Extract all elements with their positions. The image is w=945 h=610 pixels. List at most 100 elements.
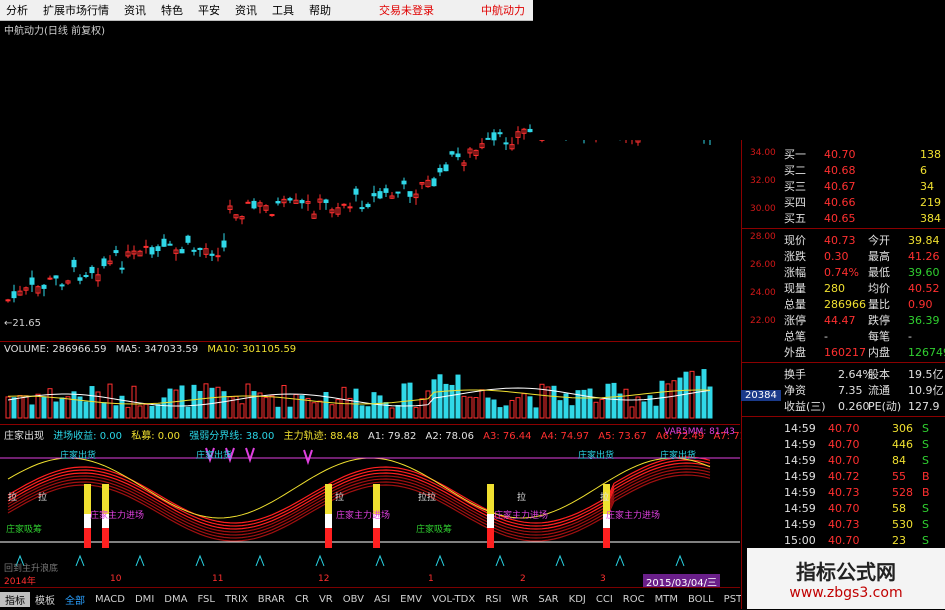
tab-19[interactable]: CCI	[591, 594, 618, 605]
candle	[101, 256, 107, 269]
volume-bar	[35, 393, 41, 419]
volume-bar	[677, 377, 683, 419]
bottom-spike	[675, 554, 685, 567]
candle	[425, 175, 431, 188]
stat-value-2: 39.84	[908, 233, 940, 247]
tab-10[interactable]: VR	[314, 594, 338, 605]
candle	[491, 129, 497, 146]
candle	[287, 196, 293, 204]
candle	[227, 199, 233, 214]
tab-21[interactable]: MTM	[650, 594, 683, 605]
tab-9[interactable]: CR	[290, 594, 314, 605]
panel-divider-1	[0, 341, 740, 342]
tick-row: 14:59 40.72 55 B	[742, 468, 945, 484]
tab-16[interactable]: WR	[506, 594, 533, 605]
candle	[497, 129, 503, 138]
top-right-blank	[533, 0, 945, 140]
tick-time: 15:00	[784, 533, 816, 547]
tab-12[interactable]: ASI	[369, 594, 395, 605]
tick-price: 40.72	[828, 469, 860, 483]
fin-row: 换手 2.64% 股本 19.5亿	[742, 366, 945, 382]
tab-6[interactable]: FSL	[192, 594, 220, 605]
candle	[449, 150, 455, 157]
volume-bar	[263, 397, 269, 419]
volume-bar	[287, 406, 293, 419]
tab-15[interactable]: RSI	[480, 594, 506, 605]
tab-18[interactable]: KDJ	[564, 594, 591, 605]
volume-bar	[41, 396, 47, 419]
indicator-a4: A4: 74.97	[540, 431, 590, 442]
candle	[47, 275, 53, 281]
indicator-zl: 主力轨迹: 88.48	[283, 431, 359, 442]
volume-header: VOLUME: 286966.59 MA5: 347033.59 MA10: 3…	[4, 344, 302, 355]
volume-bar	[623, 388, 629, 419]
tick-price: 40.70	[828, 437, 860, 451]
tick-time: 14:59	[784, 485, 816, 499]
tab-4[interactable]: DMI	[130, 594, 159, 605]
tick-row: 14:59 40.70 306 S	[742, 420, 945, 436]
ind-top-label-2: 庄家出货	[196, 451, 233, 461]
tick-row: 14:59 40.73 528 B	[742, 484, 945, 500]
candle	[41, 283, 47, 297]
tab-3[interactable]: MACD	[90, 594, 130, 605]
stat-row: 外盘 160217内盘 126749	[742, 344, 945, 360]
tick-row: 15:00 40.70 23 S	[742, 532, 945, 548]
candle	[431, 176, 437, 187]
volume-bar	[503, 405, 509, 419]
candle	[161, 234, 167, 247]
tab-1[interactable]: 模板	[30, 592, 60, 607]
stat-label-2: 每笔	[868, 330, 890, 343]
candle	[143, 239, 149, 254]
tick-time: 14:59	[784, 517, 816, 531]
candle	[65, 279, 71, 285]
volume-bar	[371, 392, 377, 419]
tab-0[interactable]: 指标	[0, 591, 30, 607]
tab-2[interactable]: 全部	[60, 592, 90, 607]
bid-volume: 219	[920, 195, 941, 209]
fin-value: 7.35	[838, 383, 863, 397]
tab-7[interactable]: TRIX	[220, 594, 253, 605]
tab-22[interactable]: BOLL	[683, 594, 719, 605]
stat-label-2: 量比	[868, 298, 890, 311]
fin-label: 收益(三)	[784, 400, 826, 413]
tab-13[interactable]: EMV	[395, 594, 427, 605]
tab-11[interactable]: OBV	[338, 594, 369, 605]
candle	[323, 198, 329, 210]
ind-la-1: 拉	[8, 493, 18, 503]
candle	[173, 247, 179, 261]
tab-14[interactable]: VOL-TDX	[427, 594, 480, 605]
tab-20[interactable]: ROC	[618, 594, 650, 605]
stat-label: 涨跌	[784, 250, 806, 263]
candle	[281, 195, 287, 208]
bottom-spike	[375, 554, 385, 567]
stat-label-2: 最低	[868, 266, 890, 279]
tab-17[interactable]: SAR	[533, 594, 563, 605]
candle	[395, 191, 401, 198]
watermark-title: 指标公式网	[796, 560, 896, 584]
indicator-tab-bar: 指标 模板 全部 MACD DMI DMA FSL TRIX BRAR CR VR OBV ASI EMV…	[0, 587, 780, 610]
volume-bar	[689, 370, 695, 419]
panel-divider-2	[0, 424, 740, 425]
candle	[341, 203, 347, 209]
stat-value: 40.73	[824, 233, 856, 247]
indicator-zm: 私募: 0.00	[131, 431, 181, 442]
fin-label-2: 流通	[868, 384, 890, 397]
candle	[527, 124, 533, 133]
fin-label: 净资	[784, 384, 806, 397]
candle	[455, 147, 461, 161]
bid-price: 40.67	[824, 179, 856, 193]
tab-8[interactable]: BRAR	[253, 594, 290, 605]
candle	[293, 193, 299, 204]
volume-bar	[683, 371, 689, 419]
candle	[437, 164, 443, 177]
candle	[353, 186, 359, 202]
tab-5[interactable]: DMA	[159, 594, 192, 605]
ind-ladian: 拉拉	[418, 493, 437, 503]
bottom-spike	[75, 554, 85, 567]
ind-zhuang-1: 庄家主力进场	[90, 511, 145, 521]
candle	[515, 126, 521, 145]
stat-value: 160217	[824, 345, 866, 359]
volume-bar	[617, 393, 623, 419]
volume-bar	[437, 374, 443, 419]
volume-bar	[65, 396, 71, 419]
